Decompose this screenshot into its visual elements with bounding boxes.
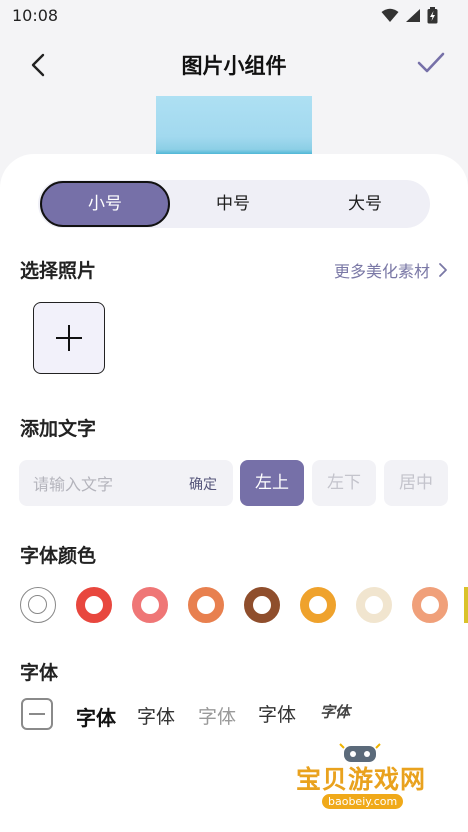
check-icon [417, 52, 445, 73]
watermark-text: 宝贝游戏网 [296, 765, 427, 794]
chevron-right-icon [439, 263, 447, 277]
page-title: 图片小组件 [181, 54, 287, 78]
text-confirm-button[interactable]: 确定 [189, 474, 217, 494]
text-section-title: 添加文字 [20, 418, 97, 440]
color-swatch-cream[interactable] [356, 587, 392, 623]
color-section-title: 字体颜色 [20, 545, 97, 567]
signal-icon [405, 8, 421, 23]
status-icons [381, 7, 438, 24]
title-bar: 图片小组件 [0, 36, 468, 92]
color-swatch-pink[interactable] [132, 587, 168, 623]
color-swatch-brown[interactable] [244, 587, 280, 623]
text-input-container: 确定 [19, 460, 233, 508]
color-swatch-orange[interactable] [188, 587, 224, 623]
font-option-none[interactable] [21, 698, 53, 730]
photo-section-title: 选择照片 [20, 260, 97, 282]
confirm-button[interactable] [416, 48, 446, 78]
font-option-2[interactable]: 字体 [137, 702, 175, 729]
color-swatch-yellow-partial[interactable] [464, 587, 468, 623]
font-option-1[interactable]: 字体 [76, 702, 116, 731]
status-time: 10:08 [12, 6, 59, 25]
add-photo-button[interactable] [33, 302, 105, 374]
size-tab-medium[interactable]: 中号 [168, 180, 298, 228]
color-swatch-red[interactable] [76, 587, 112, 623]
font-option-4[interactable]: 字体 [258, 700, 296, 727]
more-materials-label: 更多美化素材 [333, 262, 430, 281]
wifi-icon [381, 8, 399, 23]
text-input[interactable] [31, 460, 175, 508]
more-materials-link[interactable]: 更多美化素材 [334, 258, 448, 282]
watermark-logo: 宝贝游戏网 baobeiy.com [290, 740, 440, 830]
size-tab-small[interactable]: 小号 [40, 181, 170, 227]
widget-preview [156, 96, 312, 154]
color-swatch-peach[interactable] [412, 587, 448, 623]
plus-icon [56, 325, 82, 351]
position-top-left[interactable]: 左上 [240, 460, 304, 506]
battery-icon [427, 7, 438, 24]
color-swatch-amber[interactable] [300, 587, 336, 623]
color-swatch-white[interactable] [20, 587, 56, 623]
size-tab-large[interactable]: 大号 [300, 180, 430, 228]
status-bar: 10:08 [0, 0, 468, 32]
font-section-title: 字体 [20, 662, 59, 684]
position-center[interactable]: 居中 [384, 460, 448, 506]
watermark-sub: baobeiy.com [322, 794, 404, 809]
size-selector: 小号 中号 大号 [38, 180, 430, 228]
font-option-5[interactable]: 字体 [320, 701, 350, 722]
font-option-3[interactable]: 字体 [198, 702, 236, 729]
position-bottom-left[interactable]: 左下 [312, 460, 376, 506]
